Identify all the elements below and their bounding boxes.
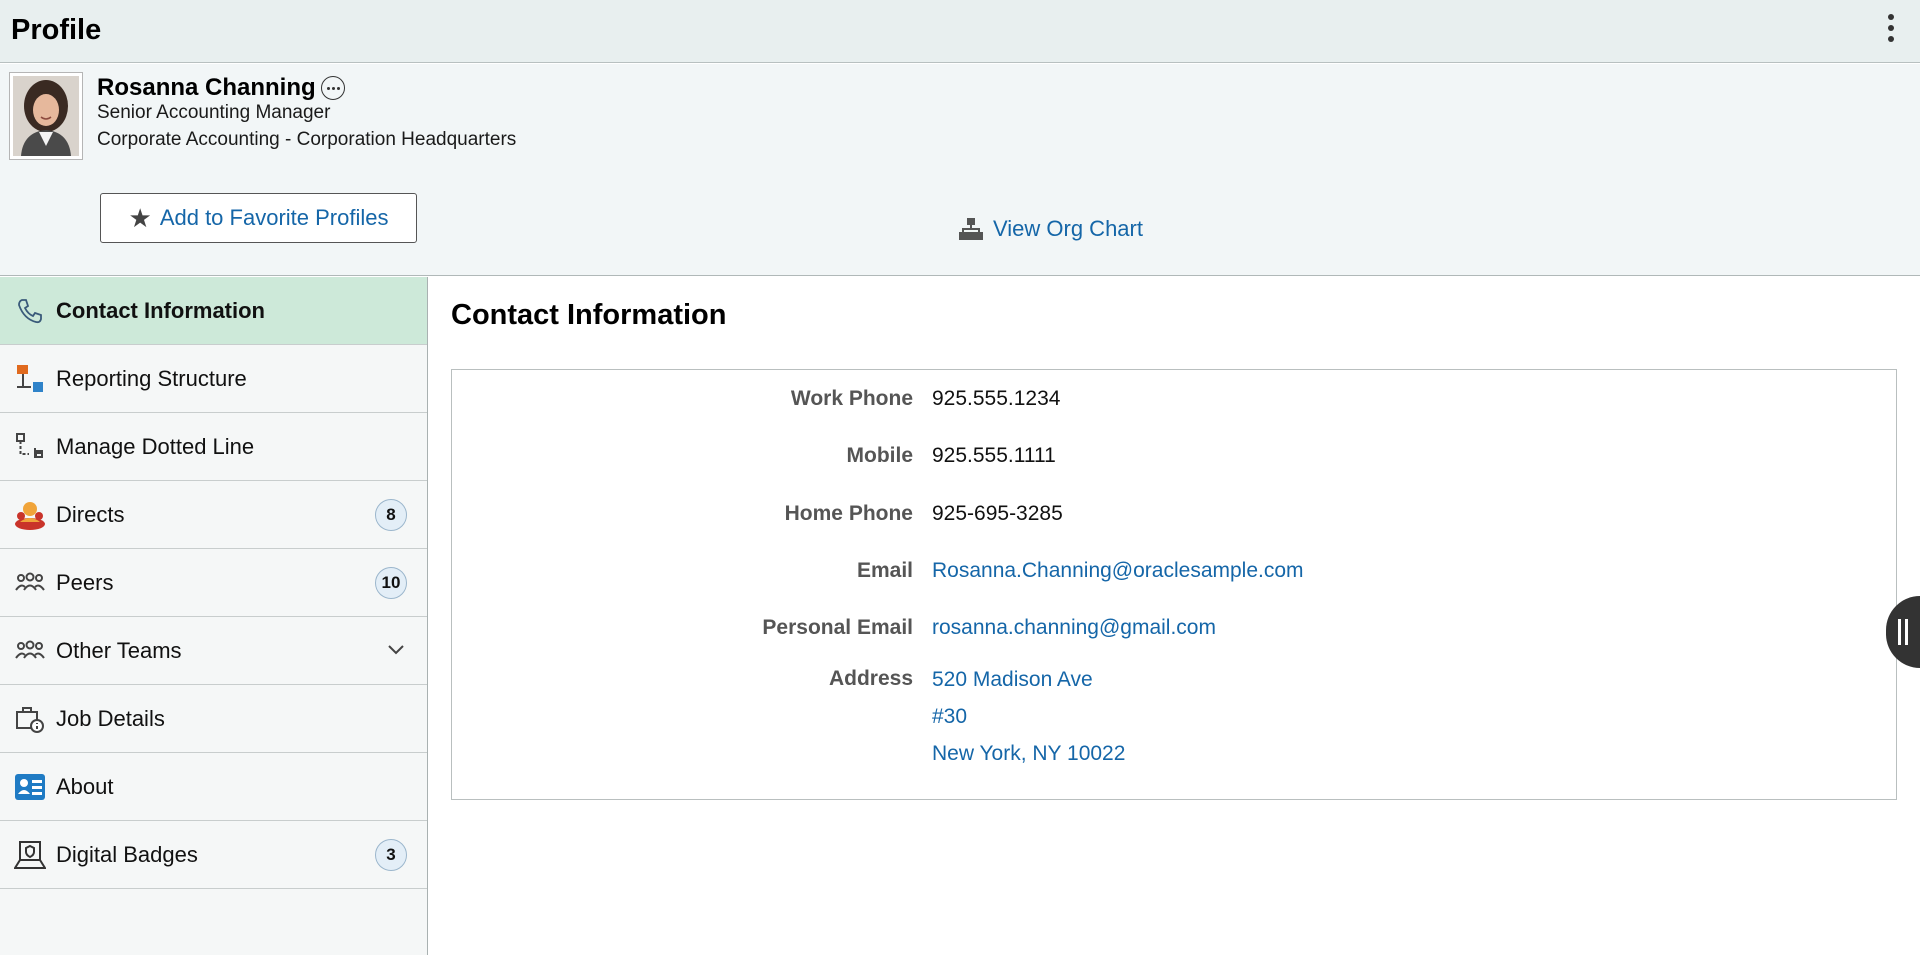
work-phone-label: Work Phone <box>790 387 913 410</box>
teams-icon <box>14 635 46 667</box>
org-chart-icon <box>959 218 983 240</box>
directs-count-badge: 8 <box>375 498 407 531</box>
mobile-value: 925.555.1111 <box>932 444 1056 467</box>
directs-icon <box>14 499 46 531</box>
email-label: Email <box>856 559 913 582</box>
page-title: Profile <box>11 14 102 46</box>
email-link[interactable]: Rosanna.Channing@oraclesample.com <box>932 559 1304 583</box>
sidebar-item-label: Contact Information <box>56 297 265 323</box>
address-label: Address <box>828 667 913 690</box>
actions-menu-icon[interactable] <box>1886 14 1896 46</box>
sidebar-item-reporting-structure[interactable]: Reporting Structure <box>0 345 427 413</box>
profile-summary: Rosanna Channing Senior Accounting Manag… <box>0 64 1920 276</box>
sidebar-item-label: About <box>56 773 114 799</box>
home-phone-label: Home Phone <box>784 502 913 525</box>
handle-bar-icon <box>1898 619 1901 645</box>
sidebar-item-manage-dotted-line[interactable]: Manage Dotted Line <box>0 413 427 481</box>
profile-job-title: Senior Accounting Manager <box>97 102 331 123</box>
address-line-1[interactable]: 520 Madison Ave <box>932 661 1125 698</box>
handle-bar-icon <box>1905 619 1908 645</box>
address-row: Address 520 Madison Ave #30 New York, NY… <box>452 667 1896 787</box>
sidebar-item-label: Reporting Structure <box>56 365 247 391</box>
digital-badges-count-badge: 3 <box>375 838 407 871</box>
sidebar-item-contact-information[interactable]: Contact Information <box>0 277 427 345</box>
profile-department: Corporate Accounting - Corporation Headq… <box>97 129 517 150</box>
contact-info-card: Work Phone 925.555.1234 Mobile 925.555.1… <box>451 369 1897 800</box>
phone-icon <box>14 295 46 327</box>
home-phone-value: 925-695-3285 <box>932 502 1063 525</box>
dotted-line-icon <box>14 431 46 463</box>
email-row: Email Rosanna.Channing@oraclesample.com <box>452 559 1896 589</box>
sidebar-item-label: Manage Dotted Line <box>56 433 255 459</box>
home-phone-row: Home Phone 925-695-3285 <box>452 502 1896 532</box>
mobile-label: Mobile <box>846 444 914 467</box>
sidebar-item-job-details[interactable]: Job Details <box>0 685 427 753</box>
sidebar-item-label: Directs <box>56 501 125 527</box>
about-icon <box>14 771 46 803</box>
star-icon: ★ <box>128 203 152 233</box>
personal-email-label: Personal Email <box>762 616 913 639</box>
work-phone-value: 925.555.1234 <box>932 387 1061 410</box>
view-org-chart-link[interactable]: View Org Chart <box>959 216 1143 242</box>
avatar-photo <box>13 76 79 156</box>
peers-icon <box>14 567 46 599</box>
mobile-row: Mobile 925.555.1111 <box>452 444 1896 474</box>
personal-email-link[interactable]: rosanna.channing@gmail.com <box>932 616 1216 640</box>
sidebar-nav: Contact Information Reporting Structure … <box>0 277 428 955</box>
view-org-chart-label: View Org Chart <box>993 216 1143 241</box>
sidebar-item-label: Job Details <box>56 705 165 731</box>
sidebar-item-label: Peers <box>56 569 114 595</box>
job-details-icon <box>14 703 46 735</box>
add-to-favorites-button[interactable]: ★ Add to Favorite Profiles <box>100 193 417 243</box>
main-content: Contact Information Work Phone 925.555.1… <box>428 277 1920 955</box>
address-link[interactable]: 520 Madison Ave #30 New York, NY 10022 <box>932 661 1125 772</box>
add-to-favorites-label: Add to Favorite Profiles <box>159 205 389 230</box>
work-phone-row: Work Phone 925.555.1234 <box>452 387 1896 417</box>
address-line-2[interactable]: #30 <box>932 698 1125 735</box>
sidebar-item-label: Other Teams <box>56 637 182 663</box>
sidebar-item-about[interactable]: About <box>0 753 427 821</box>
sidebar-item-label: Digital Badges <box>56 841 198 867</box>
personal-email-row: Personal Email rosanna.channing@gmail.co… <box>452 616 1896 646</box>
sidebar-item-directs[interactable]: Directs 8 <box>0 481 427 549</box>
more-options-icon[interactable] <box>321 76 345 100</box>
reporting-structure-icon <box>14 363 46 395</box>
sidebar-item-peers[interactable]: Peers 10 <box>0 549 427 617</box>
profile-name: Rosanna Channing <box>97 74 316 101</box>
page-header: Profile <box>0 0 1920 63</box>
sidebar-item-digital-badges[interactable]: Digital Badges 3 <box>0 821 427 889</box>
avatar <box>9 72 83 160</box>
address-line-3[interactable]: New York, NY 10022 <box>932 735 1125 772</box>
sidebar-item-other-teams[interactable]: Other Teams <box>0 617 427 685</box>
peers-count-badge: 10 <box>375 566 407 599</box>
badge-icon <box>14 839 46 871</box>
chevron-down-icon[interactable] <box>387 643 405 655</box>
section-title: Contact Information <box>451 299 727 331</box>
